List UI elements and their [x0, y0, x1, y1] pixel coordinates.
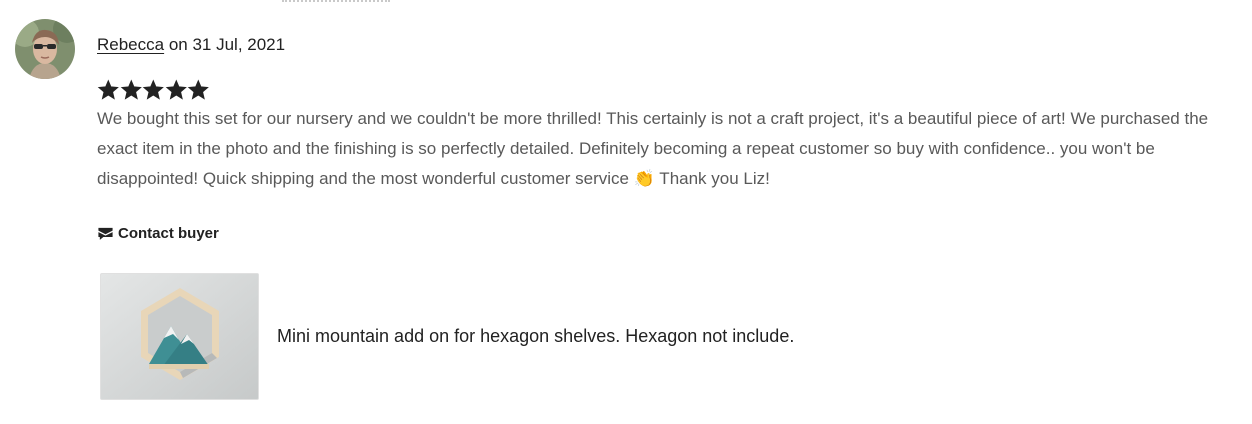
product-title[interactable]: Mini mountain add on for hexagon shelves…: [277, 326, 794, 347]
message-icon: [98, 227, 113, 240]
divider: [282, 0, 390, 3]
reviewed-product[interactable]: Mini mountain add on for hexagon shelves…: [100, 273, 794, 400]
review-date: on 31 Jul, 2021: [164, 35, 286, 54]
star-icon: [142, 79, 165, 100]
reviewer-avatar[interactable]: [15, 19, 75, 79]
contact-buyer-label: Contact buyer: [118, 225, 219, 242]
reviewer-name-link[interactable]: Rebecca: [97, 35, 164, 54]
star-icon: [97, 79, 119, 100]
star-icon: [120, 79, 142, 100]
star-icon: [165, 79, 187, 100]
review-meta: Rebecca on 31 Jul, 2021: [97, 35, 285, 55]
review-text: We bought this set for our nursery and w…: [97, 109, 1209, 188]
star-rating: [97, 79, 210, 101]
product-thumbnail[interactable]: [100, 273, 259, 400]
contact-buyer-button[interactable]: Contact buyer: [97, 225, 219, 242]
star-icon: [188, 79, 210, 100]
